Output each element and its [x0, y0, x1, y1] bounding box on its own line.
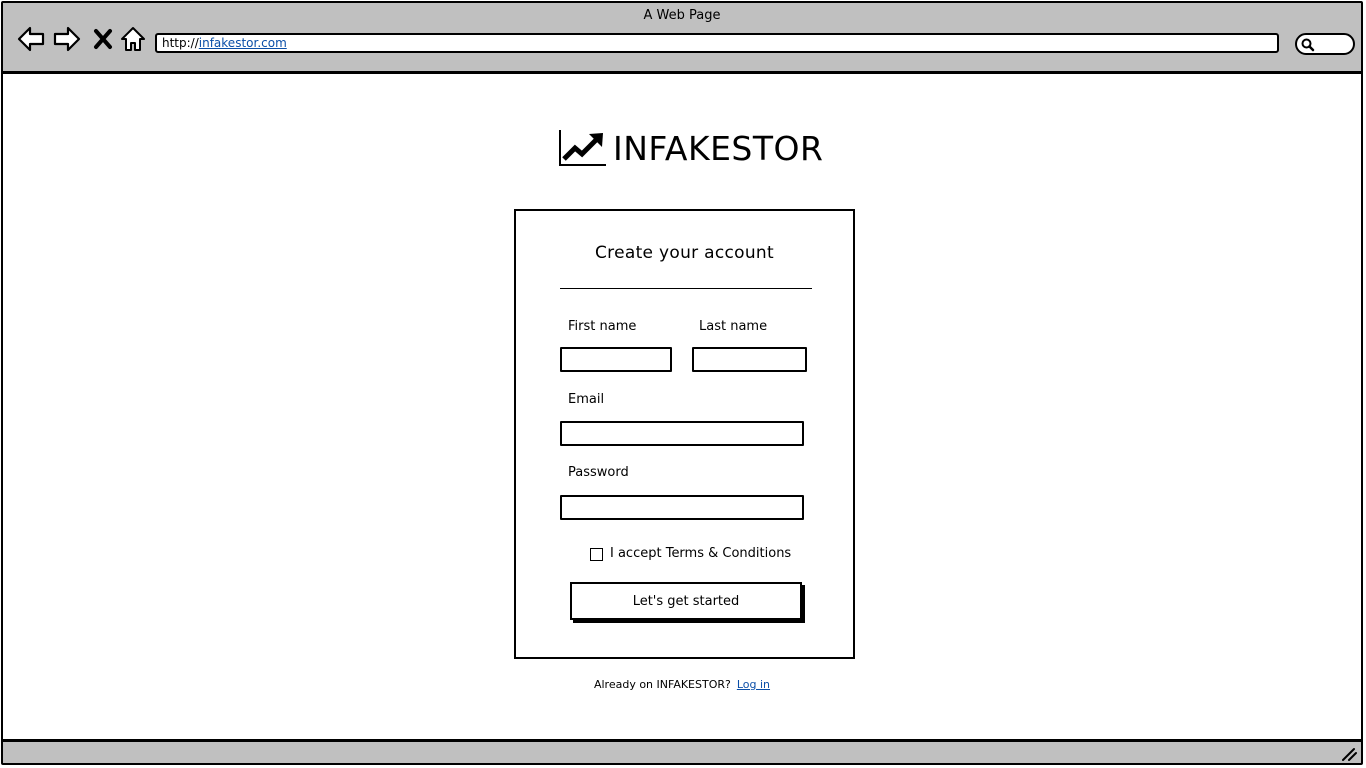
- terms-checkbox[interactable]: [590, 548, 603, 561]
- window-title: A Web Page: [643, 8, 721, 23]
- last-name-label: Last name: [699, 319, 768, 334]
- close-x-icon: [94, 29, 112, 49]
- home-button[interactable]: [117, 23, 149, 55]
- trending-up-chart-icon: [559, 130, 606, 166]
- login-prompt: Already on INFAKESTOR? Log in: [3, 678, 1361, 691]
- first-name-input[interactable]: [560, 347, 672, 372]
- email-input[interactable]: [560, 421, 804, 446]
- browser-window: A Web Page http://infakestor.com INFAKES…: [1, 1, 1363, 765]
- password-label: Password: [568, 465, 629, 480]
- brand-logo: INFAKESTOR: [557, 127, 823, 169]
- title-divider: [560, 288, 812, 289]
- search-icon: [1301, 38, 1315, 52]
- stop-button[interactable]: [87, 23, 119, 55]
- back-button[interactable]: [15, 23, 47, 55]
- back-arrow-icon: [17, 26, 45, 52]
- url-domain-link[interactable]: infakestor.com: [199, 36, 287, 50]
- login-prompt-text: Already on INFAKESTOR?: [593, 678, 731, 691]
- browser-titlebar: A Web Page http://infakestor.com: [3, 3, 1361, 74]
- first-name-label: First name: [568, 319, 637, 334]
- brand-name: INFAKESTOR: [613, 128, 824, 168]
- browser-statusbar: [3, 739, 1361, 763]
- url-prefix: http://: [162, 36, 199, 50]
- url-bar[interactable]: http://infakestor.com: [155, 33, 1279, 53]
- forward-arrow-icon: [53, 26, 81, 52]
- home-icon: [121, 27, 145, 51]
- login-link[interactable]: Log in: [737, 678, 770, 691]
- browser-search-field[interactable]: [1295, 33, 1355, 55]
- password-input[interactable]: [560, 495, 804, 520]
- get-started-button[interactable]: Let's get started: [570, 582, 802, 620]
- email-label: Email: [568, 392, 605, 407]
- form-title: Create your account: [595, 243, 774, 263]
- forward-button[interactable]: [51, 23, 83, 55]
- signup-card: Create your account First name Last name…: [514, 209, 855, 659]
- resize-grip-icon[interactable]: [1341, 747, 1357, 761]
- terms-label: I accept Terms & Conditions: [610, 546, 792, 561]
- last-name-input[interactable]: [692, 347, 807, 372]
